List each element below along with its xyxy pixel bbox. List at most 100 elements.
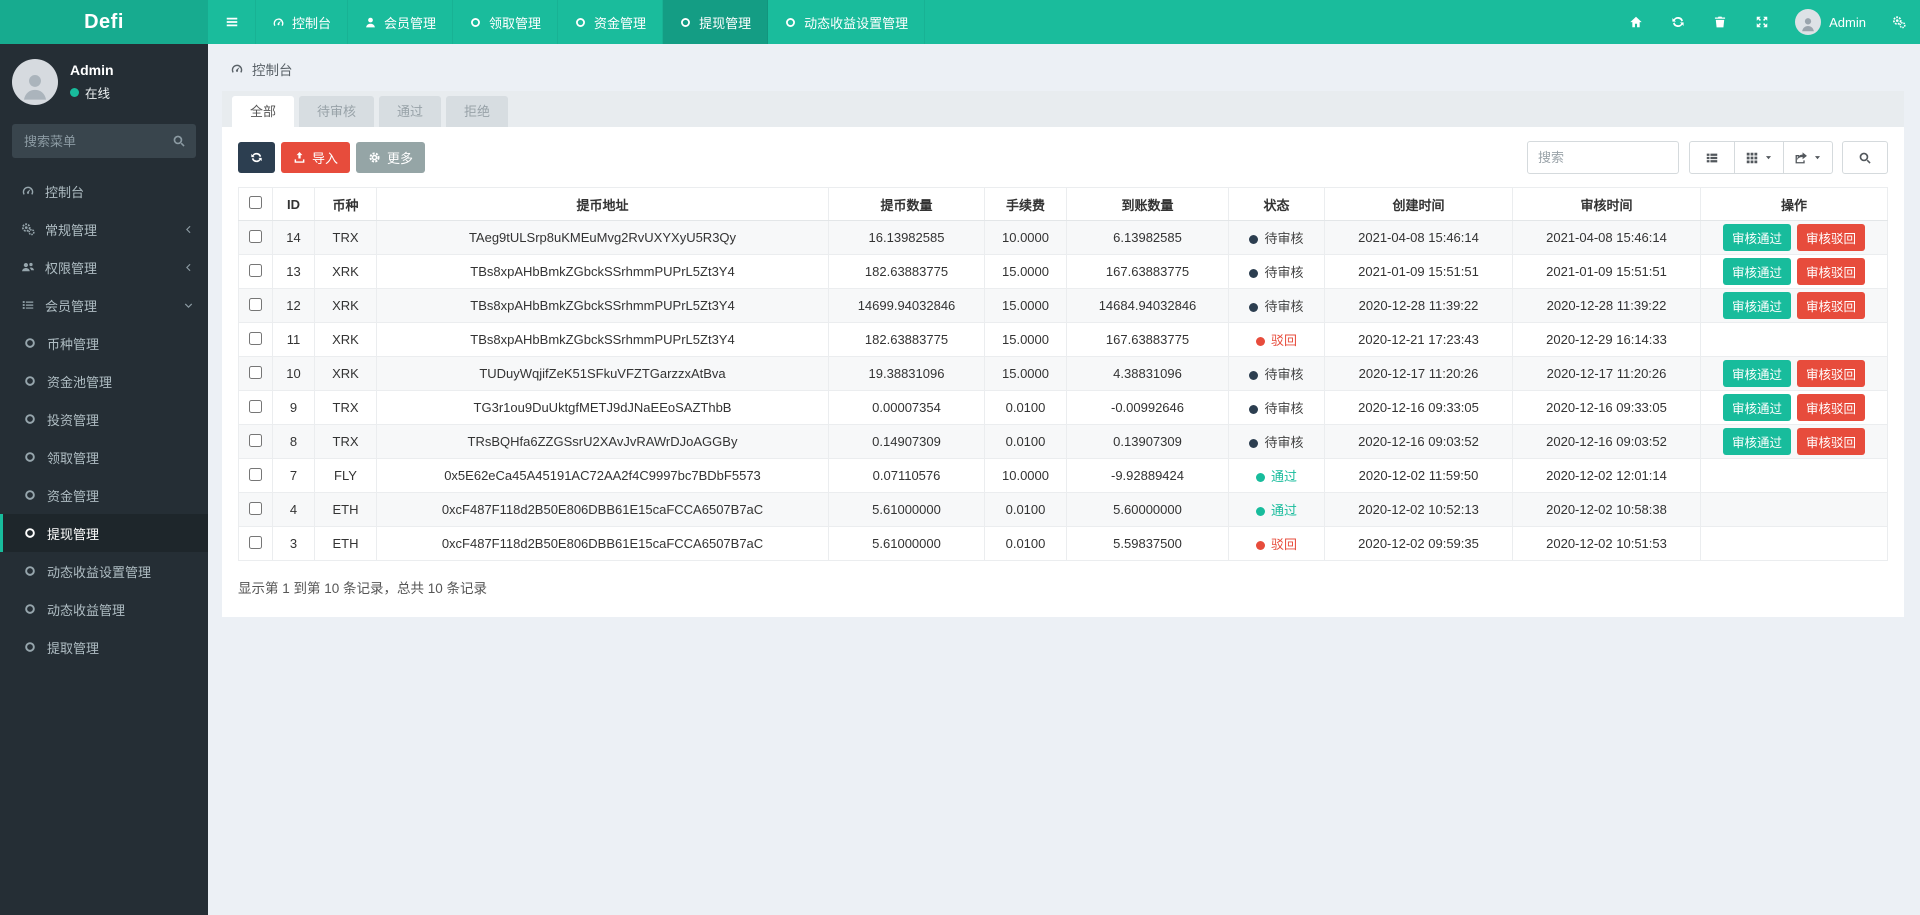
nav-item-dynamic-earnings-settings[interactable]: 动态收益设置管理 — [768, 0, 925, 44]
select-all-checkbox[interactable] — [249, 196, 262, 209]
sidebar-item-dynamic-earnings[interactable]: 动态收益管理 — [0, 590, 208, 628]
sidebar-item-dynamic-earnings-settings[interactable]: 动态收益设置管理 — [0, 552, 208, 590]
export-button[interactable] — [1783, 141, 1833, 174]
sidebar-item-coin[interactable]: 币种管理 — [0, 324, 208, 362]
reject-button[interactable]: 审核驳回 — [1797, 224, 1865, 251]
reject-button[interactable]: 审核驳回 — [1797, 258, 1865, 285]
import-button[interactable]: 导入 — [281, 142, 350, 173]
row-checkbox[interactable] — [249, 230, 262, 243]
nav-item-dashboard[interactable]: 控制台 — [256, 0, 348, 44]
row-checkbox[interactable] — [249, 468, 262, 481]
sidebar-item-permissions[interactable]: 权限管理 — [0, 248, 208, 286]
row-checkbox[interactable] — [249, 536, 262, 549]
cell-id: 3 — [273, 527, 315, 561]
row-checkbox[interactable] — [249, 400, 262, 413]
sidebar-item-members[interactable]: 会员管理 — [0, 286, 208, 324]
more-button[interactable]: 更多 — [356, 142, 425, 173]
sidebar-item-withdrawal[interactable]: 提取管理 — [0, 628, 208, 666]
row-checkbox[interactable] — [249, 502, 262, 515]
cell-amount: 182.63883775 — [829, 323, 985, 357]
cell-select — [239, 255, 273, 289]
approve-button[interactable]: 审核通过 — [1723, 224, 1791, 251]
row-checkbox[interactable] — [249, 434, 262, 447]
circle-icon — [22, 336, 38, 350]
column-header: 提币地址 — [377, 188, 829, 221]
row-checkbox[interactable] — [249, 264, 262, 277]
cell-fee: 0.0100 — [985, 391, 1067, 425]
cell-id: 14 — [273, 221, 315, 255]
status-badge: 通过 — [1271, 503, 1297, 518]
navbar-user-menu[interactable]: Admin — [1783, 0, 1878, 44]
cell-address: TBs8xpAHbBmkZGbckSSrhmmPUPrL5Zt3Y4 — [377, 323, 829, 357]
cell-actions: 审核通过审核驳回 — [1701, 221, 1888, 255]
columns-button[interactable] — [1734, 141, 1784, 174]
cell-status: 待审核 — [1229, 425, 1325, 459]
tab-0[interactable]: 全部 — [232, 96, 294, 127]
tab-3[interactable]: 拒绝 — [446, 96, 508, 127]
search-toggle-button[interactable] — [1842, 141, 1888, 174]
settings-button[interactable] — [1878, 0, 1920, 44]
status-badge: 待审核 — [1264, 231, 1303, 246]
avatar — [12, 59, 58, 105]
clear-cache-button[interactable] — [1699, 0, 1741, 44]
sidebar-item-funds[interactable]: 资金管理 — [0, 476, 208, 514]
sidebar-item-general[interactable]: 常规管理 — [0, 210, 208, 248]
cell-amount: 19.38831096 — [829, 357, 985, 391]
home-button[interactable] — [1615, 0, 1657, 44]
cell-coin: ETH — [315, 493, 377, 527]
refresh-table-button[interactable] — [238, 142, 275, 173]
cell-received: 4.38831096 — [1067, 357, 1229, 391]
row-checkbox[interactable] — [249, 298, 262, 311]
refresh-page-button[interactable] — [1657, 0, 1699, 44]
cell-reviewed: 2020-12-17 11:20:26 — [1513, 357, 1701, 391]
tab-1[interactable]: 待审核 — [299, 96, 374, 127]
status-dot — [1256, 541, 1265, 550]
chevron-down-icon — [183, 300, 194, 311]
row-checkbox[interactable] — [249, 366, 262, 379]
status-dot — [1256, 473, 1265, 482]
cell-select — [239, 527, 273, 561]
cell-reviewed: 2021-01-09 15:51:51 — [1513, 255, 1701, 289]
cell-select — [239, 323, 273, 357]
row-checkbox[interactable] — [249, 332, 262, 345]
main-content: 控制台 全部待审核通过拒绝 导入 更多 — [208, 0, 1920, 617]
refresh-icon — [250, 151, 263, 164]
nav-item-funds[interactable]: 资金管理 — [558, 0, 663, 44]
sidebar-search-input[interactable] — [12, 124, 196, 158]
sidebar-item-investment[interactable]: 投资管理 — [0, 400, 208, 438]
table-search-input[interactable] — [1527, 141, 1679, 174]
brand-logo[interactable]: Defi — [0, 0, 208, 44]
column-header: 提币数量 — [829, 188, 985, 221]
cell-select — [239, 391, 273, 425]
cell-amount: 14699.94032846 — [829, 289, 985, 323]
sidebar-item-claim[interactable]: 领取管理 — [0, 438, 208, 476]
sidebar-item-pool[interactable]: 资金池管理 — [0, 362, 208, 400]
fullscreen-button[interactable] — [1741, 0, 1783, 44]
cell-status: 待审核 — [1229, 221, 1325, 255]
sidebar-toggle-button[interactable] — [208, 0, 256, 44]
nav-item-members[interactable]: 会员管理 — [348, 0, 453, 44]
cell-address: TG3r1ou9DuUktgfMETJ9dJNaEEoSAZThbB — [377, 391, 829, 425]
detail-view-button[interactable] — [1689, 141, 1735, 174]
approve-button[interactable]: 审核通过 — [1723, 428, 1791, 455]
export-icon — [1794, 151, 1808, 165]
column-header: 币种 — [315, 188, 377, 221]
approve-button[interactable]: 审核通过 — [1723, 360, 1791, 387]
reject-button[interactable]: 审核驳回 — [1797, 292, 1865, 319]
status-badge: 待审核 — [1264, 265, 1303, 280]
reject-button[interactable]: 审核驳回 — [1797, 394, 1865, 421]
tab-2[interactable]: 通过 — [379, 96, 441, 127]
gauge-icon — [20, 184, 36, 198]
reject-button[interactable]: 审核驳回 — [1797, 428, 1865, 455]
nav-item-claim[interactable]: 领取管理 — [453, 0, 558, 44]
sidebar-item-withdraw[interactable]: 提现管理 — [0, 514, 208, 552]
cell-select — [239, 357, 273, 391]
nav-item-withdraw[interactable]: 提现管理 — [663, 0, 768, 44]
approve-button[interactable]: 审核通过 — [1723, 292, 1791, 319]
caret-down-icon — [1764, 153, 1773, 162]
reject-button[interactable]: 审核驳回 — [1797, 360, 1865, 387]
approve-button[interactable]: 审核通过 — [1723, 258, 1791, 285]
sidebar-item-dashboard[interactable]: 控制台 — [0, 172, 208, 210]
cell-status: 待审核 — [1229, 391, 1325, 425]
approve-button[interactable]: 审核通过 — [1723, 394, 1791, 421]
